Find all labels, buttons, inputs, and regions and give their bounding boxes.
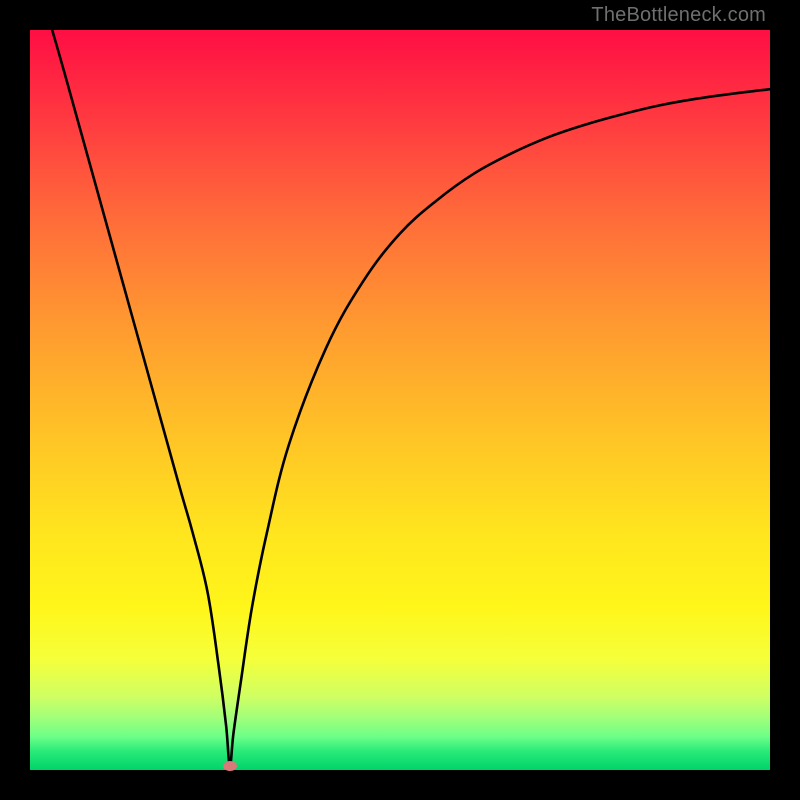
curve-marker	[223, 761, 237, 771]
chart-plot-area	[30, 30, 770, 770]
curve-line	[52, 30, 770, 766]
watermark-text: TheBottleneck.com	[591, 4, 766, 27]
bottleneck-curve	[30, 30, 770, 770]
